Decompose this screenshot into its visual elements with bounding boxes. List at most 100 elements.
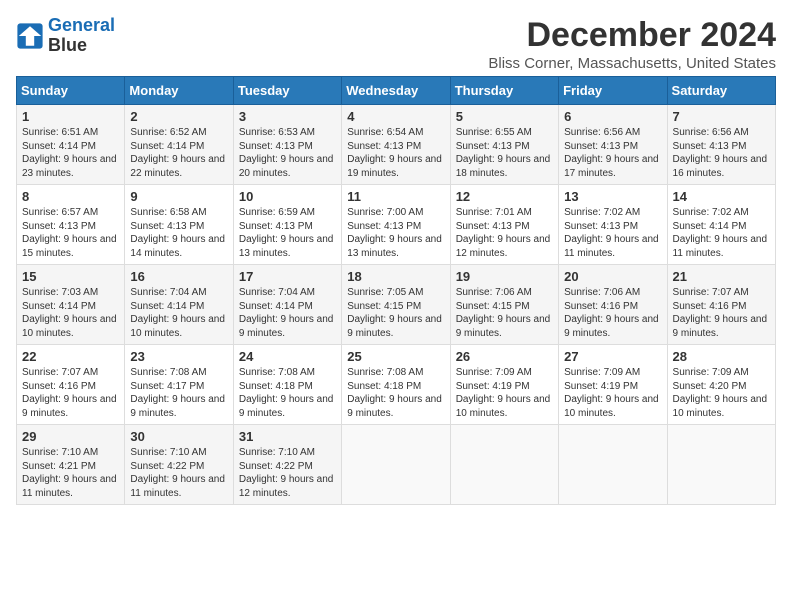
day-number: 12 bbox=[456, 189, 553, 204]
day-number: 4 bbox=[347, 109, 444, 124]
day-cell-9: 9 Sunrise: 6:58 AM Sunset: 4:13 PM Daylig… bbox=[125, 185, 233, 265]
day-number: 17 bbox=[239, 269, 336, 284]
day-info: Sunrise: 7:02 AM Sunset: 4:13 PM Dayligh… bbox=[564, 206, 661, 260]
day-number: 14 bbox=[673, 189, 770, 204]
day-cell-1: 1 Sunrise: 6:51 AM Sunset: 4:14 PM Daylig… bbox=[17, 105, 125, 185]
day-number: 24 bbox=[239, 349, 336, 364]
day-info: Sunrise: 6:57 AM Sunset: 4:13 PM Dayligh… bbox=[22, 206, 119, 260]
logo-line1: General bbox=[48, 15, 115, 35]
title-block: December 2024 Bliss Corner, Massachusett… bbox=[488, 16, 776, 72]
weekday-header-thursday: Thursday bbox=[450, 77, 558, 105]
week-row-2: 8 Sunrise: 6:57 AM Sunset: 4:13 PM Daylig… bbox=[17, 185, 776, 265]
day-number: 8 bbox=[22, 189, 119, 204]
day-info: Sunrise: 7:08 AM Sunset: 4:18 PM Dayligh… bbox=[347, 366, 444, 420]
day-cell-3: 3 Sunrise: 6:53 AM Sunset: 4:13 PM Daylig… bbox=[233, 105, 341, 185]
logo: General Blue bbox=[16, 16, 115, 56]
day-cell-23: 23 Sunrise: 7:08 AM Sunset: 4:17 PM Dayli… bbox=[125, 345, 233, 425]
day-info: Sunrise: 7:01 AM Sunset: 4:13 PM Dayligh… bbox=[456, 206, 553, 260]
page-header: General Blue December 2024 Bliss Corner,… bbox=[16, 16, 776, 72]
day-cell-29: 29 Sunrise: 7:10 AM Sunset: 4:21 PM Dayli… bbox=[17, 425, 125, 505]
day-number: 29 bbox=[22, 429, 119, 444]
day-cell-2: 2 Sunrise: 6:52 AM Sunset: 4:14 PM Daylig… bbox=[125, 105, 233, 185]
day-number: 28 bbox=[673, 349, 770, 364]
day-number: 11 bbox=[347, 189, 444, 204]
day-info: Sunrise: 7:07 AM Sunset: 4:16 PM Dayligh… bbox=[673, 286, 770, 340]
day-info: Sunrise: 6:56 AM Sunset: 4:13 PM Dayligh… bbox=[564, 126, 661, 180]
day-number: 6 bbox=[564, 109, 661, 124]
day-number: 10 bbox=[239, 189, 336, 204]
day-info: Sunrise: 7:04 AM Sunset: 4:14 PM Dayligh… bbox=[130, 286, 227, 340]
logo-icon bbox=[16, 22, 44, 50]
week-row-1: 1 Sunrise: 6:51 AM Sunset: 4:14 PM Daylig… bbox=[17, 105, 776, 185]
day-info: Sunrise: 6:51 AM Sunset: 4:14 PM Dayligh… bbox=[22, 126, 119, 180]
day-cell-12: 12 Sunrise: 7:01 AM Sunset: 4:13 PM Dayli… bbox=[450, 185, 558, 265]
day-cell-22: 22 Sunrise: 7:07 AM Sunset: 4:16 PM Dayli… bbox=[17, 345, 125, 425]
day-cell-26: 26 Sunrise: 7:09 AM Sunset: 4:19 PM Dayli… bbox=[450, 345, 558, 425]
day-number: 19 bbox=[456, 269, 553, 284]
day-number: 23 bbox=[130, 349, 227, 364]
day-cell-4: 4Sunrise: 6:54 AM Sunset: 4:13 PM Daylig… bbox=[342, 105, 450, 185]
day-cell-21: 21 Sunrise: 7:07 AM Sunset: 4:16 PM Dayli… bbox=[667, 265, 775, 345]
empty-cell bbox=[667, 425, 775, 505]
day-cell-27: 27 Sunrise: 7:09 AM Sunset: 4:19 PM Dayli… bbox=[559, 345, 667, 425]
empty-cell bbox=[559, 425, 667, 505]
day-number: 27 bbox=[564, 349, 661, 364]
day-cell-20: 20Sunrise: 7:06 AM Sunset: 4:16 PM Dayli… bbox=[559, 265, 667, 345]
day-cell-18: 18Sunrise: 7:05 AM Sunset: 4:15 PM Dayli… bbox=[342, 265, 450, 345]
day-number: 7 bbox=[673, 109, 770, 124]
calendar-table: SundayMondayTuesdayWednesdayThursdayFrid… bbox=[16, 76, 776, 505]
day-cell-24: 24Sunrise: 7:08 AM Sunset: 4:18 PM Dayli… bbox=[233, 345, 341, 425]
day-info: Sunrise: 7:04 AM Sunset: 4:14 PM Dayligh… bbox=[239, 286, 336, 340]
day-cell-15: 15Sunrise: 7:03 AM Sunset: 4:14 PM Dayli… bbox=[17, 265, 125, 345]
day-number: 31 bbox=[239, 429, 336, 444]
day-info: Sunrise: 7:06 AM Sunset: 4:16 PM Dayligh… bbox=[564, 286, 661, 340]
day-info: Sunrise: 7:03 AM Sunset: 4:14 PM Dayligh… bbox=[22, 286, 119, 340]
day-info: Sunrise: 7:07 AM Sunset: 4:16 PM Dayligh… bbox=[22, 366, 119, 420]
day-info: Sunrise: 7:08 AM Sunset: 4:17 PM Dayligh… bbox=[130, 366, 227, 420]
week-row-5: 29 Sunrise: 7:10 AM Sunset: 4:21 PM Dayli… bbox=[17, 425, 776, 505]
day-info: Sunrise: 6:52 AM Sunset: 4:14 PM Dayligh… bbox=[130, 126, 227, 180]
day-number: 22 bbox=[22, 349, 119, 364]
day-number: 1 bbox=[22, 109, 119, 124]
day-info: Sunrise: 7:02 AM Sunset: 4:14 PM Dayligh… bbox=[673, 206, 770, 260]
day-info: Sunrise: 6:56 AM Sunset: 4:13 PM Dayligh… bbox=[673, 126, 770, 180]
day-info: Sunrise: 7:09 AM Sunset: 4:20 PM Dayligh… bbox=[673, 366, 770, 420]
day-cell-8: 8 Sunrise: 6:57 AM Sunset: 4:13 PM Daylig… bbox=[17, 185, 125, 265]
day-number: 21 bbox=[673, 269, 770, 284]
day-cell-16: 16 Sunrise: 7:04 AM Sunset: 4:14 PM Dayli… bbox=[125, 265, 233, 345]
day-number: 3 bbox=[239, 109, 336, 124]
day-info: Sunrise: 7:09 AM Sunset: 4:19 PM Dayligh… bbox=[456, 366, 553, 420]
day-number: 9 bbox=[130, 189, 227, 204]
day-number: 16 bbox=[130, 269, 227, 284]
day-info: Sunrise: 7:10 AM Sunset: 4:21 PM Dayligh… bbox=[22, 446, 119, 500]
day-info: Sunrise: 7:06 AM Sunset: 4:15 PM Dayligh… bbox=[456, 286, 553, 340]
day-info: Sunrise: 7:10 AM Sunset: 4:22 PM Dayligh… bbox=[130, 446, 227, 500]
week-row-4: 22 Sunrise: 7:07 AM Sunset: 4:16 PM Dayli… bbox=[17, 345, 776, 425]
day-cell-6: 6 Sunrise: 6:56 AM Sunset: 4:13 PM Daylig… bbox=[559, 105, 667, 185]
day-cell-14: 14 Sunrise: 7:02 AM Sunset: 4:14 PM Dayli… bbox=[667, 185, 775, 265]
logo-line2: Blue bbox=[48, 36, 115, 56]
location-title: Bliss Corner, Massachusetts, United Stat… bbox=[488, 55, 776, 72]
weekday-header-wednesday: Wednesday bbox=[342, 77, 450, 105]
day-info: Sunrise: 6:58 AM Sunset: 4:13 PM Dayligh… bbox=[130, 206, 227, 260]
day-cell-10: 10Sunrise: 6:59 AM Sunset: 4:13 PM Dayli… bbox=[233, 185, 341, 265]
day-number: 5 bbox=[456, 109, 553, 124]
day-info: Sunrise: 7:05 AM Sunset: 4:15 PM Dayligh… bbox=[347, 286, 444, 340]
day-info: Sunrise: 6:53 AM Sunset: 4:13 PM Dayligh… bbox=[239, 126, 336, 180]
day-number: 2 bbox=[130, 109, 227, 124]
empty-cell bbox=[450, 425, 558, 505]
month-title: December 2024 bbox=[488, 16, 776, 55]
day-number: 26 bbox=[456, 349, 553, 364]
weekday-header-row: SundayMondayTuesdayWednesdayThursdayFrid… bbox=[17, 77, 776, 105]
day-info: Sunrise: 7:10 AM Sunset: 4:22 PM Dayligh… bbox=[239, 446, 336, 500]
empty-cell bbox=[342, 425, 450, 505]
day-cell-30: 30Sunrise: 7:10 AM Sunset: 4:22 PM Dayli… bbox=[125, 425, 233, 505]
day-cell-11: 11Sunrise: 7:00 AM Sunset: 4:13 PM Dayli… bbox=[342, 185, 450, 265]
weekday-header-saturday: Saturday bbox=[667, 77, 775, 105]
weekday-header-sunday: Sunday bbox=[17, 77, 125, 105]
day-info: Sunrise: 7:09 AM Sunset: 4:19 PM Dayligh… bbox=[564, 366, 661, 420]
day-cell-28: 28 Sunrise: 7:09 AM Sunset: 4:20 PM Dayli… bbox=[667, 345, 775, 425]
day-cell-31: 31 Sunrise: 7:10 AM Sunset: 4:22 PM Dayli… bbox=[233, 425, 341, 505]
weekday-header-friday: Friday bbox=[559, 77, 667, 105]
weekday-header-monday: Monday bbox=[125, 77, 233, 105]
